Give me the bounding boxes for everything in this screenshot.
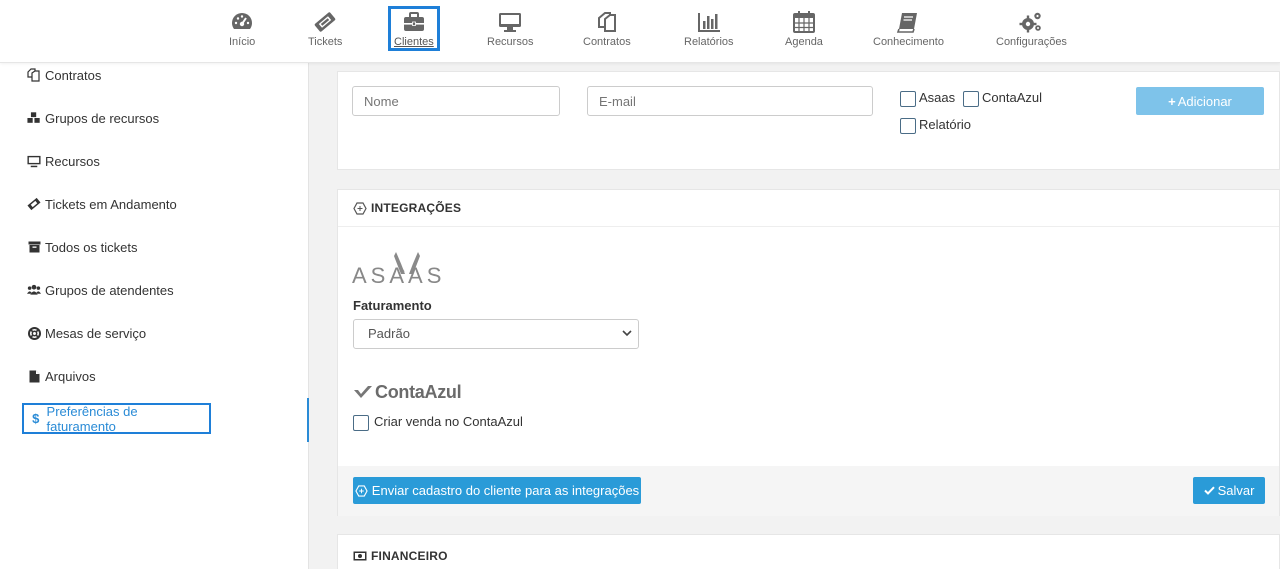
sidebar-item-label: Contratos [45,67,102,83]
gears-icon [1019,12,1042,33]
asaas-logo-text: ASAAS [352,263,445,286]
asaas-checkbox-label: Asaas [919,90,956,105]
financeiro-title-text: FINANCEIRO [371,549,448,563]
send-button-label: Enviar cadastro do cliente para as integ… [371,483,640,498]
add-button[interactable]: + Adicionar [1136,87,1264,115]
nav-label: Clientes [394,36,434,48]
book-icon [897,13,918,33]
create-sale-label: Criar venda no ContaAzul [374,414,523,429]
asaas-checkbox[interactable] [900,91,916,107]
nav-item-conhecimento[interactable]: Conhecimento [873,10,944,48]
nav-item-configuracoes[interactable]: Configurações [996,10,1067,48]
sidebar: Contratos Grupos de recursos Recursos Ti… [0,63,309,569]
send-to-integrations-button[interactable]: Enviar cadastro do cliente para as integ… [353,477,641,504]
sidebar-item-label: Grupos de atendentes [45,282,174,298]
check-icon [1203,486,1215,495]
sidebar-item-contratos[interactable]: Contratos [27,65,101,85]
integrations-title-text: INTEGRAÇÕES [371,201,462,215]
nav-label: Recursos [487,36,534,48]
main-content: Asaas ContaAzul Relatório + Adicionar IN… [309,63,1280,569]
billing-select-value: Padrão [368,326,410,341]
nav-item-tickets[interactable]: Tickets [308,10,342,48]
sidebar-item-label: Recursos [45,153,100,169]
sidebar-item-todos-os-tickets[interactable]: Todos os tickets [27,237,138,257]
money-icon [353,551,367,561]
sidebar-item-grupos-de-atendentes[interactable]: Grupos de atendentes [27,280,174,300]
billing-select[interactable]: Padrão [353,319,639,349]
nav-label: Tickets [308,36,343,48]
nav-label: Conhecimento [873,36,944,48]
integrations-title: INTEGRAÇÕES [353,201,461,215]
sidebar-item-label: Preferências de faturamento [46,403,138,434]
contact-form-card: Asaas ContaAzul Relatório + Adicionar [337,71,1280,170]
sidebar-item-preferencias-de-faturamento[interactable]: $ Preferências de faturamento [22,403,211,434]
desktop-icon [499,13,522,32]
file-icon [27,369,41,383]
contaazul-checkbox[interactable] [963,91,979,107]
nav-label: Início [229,36,256,48]
users-icon [27,283,41,297]
dollar-icon: $ [32,411,40,426]
nav-label: Configurações [996,36,1067,48]
calendar-icon [792,11,815,33]
sidebar-item-label: Todos os tickets [45,239,138,255]
create-sale-checkbox[interactable] [353,415,369,431]
nav-item-recursos[interactable]: Recursos [487,10,533,48]
ticket-icon [27,197,41,211]
sidebar-item-label: Grupos de recursos [45,110,160,126]
desktop-icon [27,154,41,168]
asaas-logo: ASAAS [352,248,462,289]
briefcase-icon [403,12,424,31]
name-input[interactable] [352,86,560,116]
relatorio-checkbox[interactable] [900,118,916,134]
sidebar-item-label: Arquivos [45,368,96,384]
dashboard-icon [232,13,253,29]
copy-icon [27,68,41,82]
nav-item-relatorios[interactable]: Relatórios [684,10,734,48]
contaazul-checkbox-label: ContaAzul [982,90,1042,105]
plus-icon: + [1168,93,1176,109]
integrations-footer: Enviar cadastro do cliente para as integ… [338,466,1279,516]
sidebar-item-mesas-de-servico[interactable]: Mesas de serviço [27,323,146,343]
sidebar-item-label: Tickets em Andamento [45,196,177,212]
cubes-icon [27,111,41,125]
integrations-card: INTEGRAÇÕES ASAAS Faturamento Padrão Con… [337,189,1280,516]
integration-icon [353,201,367,215]
sidebar-item-arquivos[interactable]: Arquivos [27,366,96,386]
save-button-label: Salvar [1217,483,1255,498]
sidebar-item-recursos[interactable]: Recursos [27,151,100,171]
nav-label: Relatórios [684,36,734,48]
financeiro-card: FINANCEIRO [337,534,1280,569]
nav-label: Contratos [583,36,631,48]
top-navigation: Início Tickets Clientes Recursos Contrat… [0,0,1280,63]
lifebuoy-icon [27,326,41,340]
billing-label: Faturamento [353,298,432,313]
email-input[interactable] [587,86,873,116]
archive-icon [27,240,41,254]
divider [338,226,1279,227]
chevron-down-icon [622,320,632,360]
copy-icon [597,12,616,32]
nav-item-agenda[interactable]: Agenda [785,10,823,48]
contaazul-logo-mark [354,385,372,398]
contaazul-logo-text: ContaAzul [375,382,462,402]
sidebar-item-tickets-em-andamento[interactable]: Tickets em Andamento [27,194,177,214]
sidebar-item-grupos-de-recursos[interactable]: Grupos de recursos [27,108,159,128]
nav-label: Agenda [785,36,823,48]
nav-item-contratos[interactable]: Contratos [583,10,631,48]
integration-icon [355,484,368,497]
bar-chart-icon [697,13,720,32]
relatorio-checkbox-label: Relatório [919,117,972,132]
nav-item-inicio[interactable]: Início [229,10,255,48]
add-button-label: Adicionar [1177,93,1232,109]
sidebar-item-label: Mesas de serviço [45,325,147,341]
contaazul-logo: ContaAzul [353,382,462,403]
nav-item-clientes[interactable]: Clientes [388,6,440,51]
ticket-icon [314,12,336,32]
financeiro-title: FINANCEIRO [353,549,448,563]
save-button[interactable]: Salvar [1193,477,1265,504]
